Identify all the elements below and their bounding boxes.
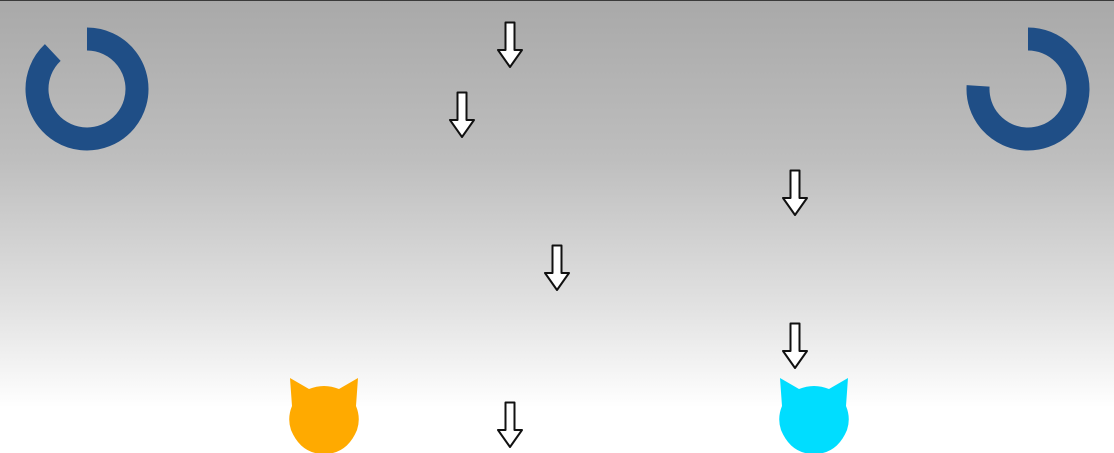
down-arrow-icon [497,401,523,448]
timer-ring-right [966,27,1090,151]
timer-ring-left-arc [25,27,149,151]
down-arrow-icon [782,322,808,369]
down-arrow-icon [449,91,475,138]
down-arrow-icon [497,21,523,68]
down-arrow-icon [782,169,808,216]
player-cat-orange-icon[interactable] [287,376,361,453]
game-stage [0,0,1114,453]
down-arrow-icon [544,244,570,291]
timer-ring-right-arc [966,27,1090,151]
timer-ring-left [25,27,149,151]
player-cat-cyan-icon[interactable] [777,376,851,453]
